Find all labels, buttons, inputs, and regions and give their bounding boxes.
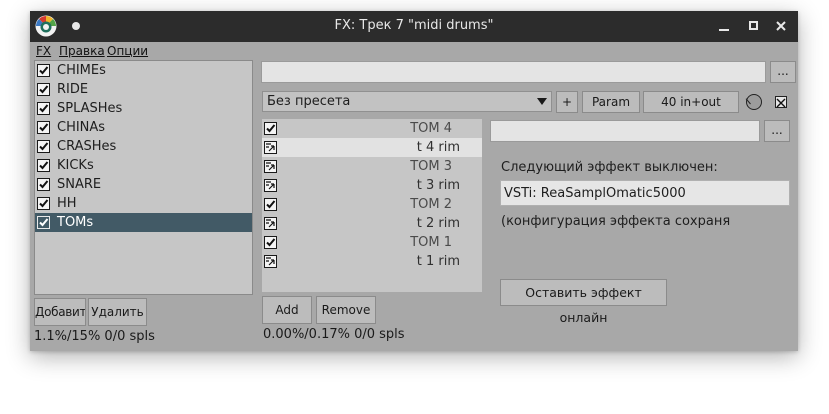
fx-item-chimes[interactable]: CHIMEs xyxy=(35,61,252,80)
keep-online-button[interactable]: Оставить эффект онлайн xyxy=(500,279,667,325)
add-fx-button[interactable]: Добавить xyxy=(34,298,86,326)
preset-add-button[interactable]: + xyxy=(556,91,578,113)
sample-icon[interactable] xyxy=(264,179,277,192)
group-label: TOM 2 xyxy=(410,197,452,212)
menu-options[interactable]: Опции xyxy=(107,42,148,60)
top-field-browse-button[interactable]: ... xyxy=(770,61,796,83)
menu-edit[interactable]: Правка xyxy=(59,42,105,60)
checkbox-icon[interactable] xyxy=(264,198,277,211)
fx-item-kicks[interactable]: KICKs xyxy=(35,156,252,175)
group-label: TOM 1 xyxy=(410,235,452,250)
enable-checkbox[interactable] xyxy=(37,64,50,77)
add-button[interactable]: Add xyxy=(262,296,312,324)
sample-label: t 3 rim xyxy=(416,178,460,193)
next-effect-label: Следующий эффект выключен: xyxy=(501,160,718,175)
enable-checkbox[interactable] xyxy=(37,159,50,172)
close-icon xyxy=(776,20,786,31)
fx-item-label: CHINAs xyxy=(57,120,106,135)
io-pins-button[interactable]: 40 in+out xyxy=(643,91,739,113)
fx-item-label: KICKs xyxy=(57,158,94,173)
fx-item-hh[interactable]: HH xyxy=(35,194,252,213)
group-label: TOM 4 xyxy=(410,121,452,136)
maximize-button[interactable] xyxy=(742,16,764,36)
fx-item-label: CHIMEs xyxy=(57,63,106,78)
vsti-name-box: VSTi: ReaSamplOmatic5000 xyxy=(500,180,790,206)
fx-item-label: TOMs xyxy=(57,215,94,230)
minimize-button[interactable] xyxy=(713,16,735,36)
fx-item-ride[interactable]: RIDE xyxy=(35,80,252,99)
close-button[interactable] xyxy=(770,16,792,36)
fx-item-label: SNARE xyxy=(57,177,102,192)
preset-value: Без пресета xyxy=(267,94,351,109)
fx-chain-cpu-status: 1.1%/15% 0/0 spls xyxy=(34,329,155,344)
wet-knob-icon[interactable] xyxy=(746,94,762,110)
list-item[interactable]: TOM 4 xyxy=(262,119,482,138)
remove-fx-button[interactable]: Удалить xyxy=(88,298,147,326)
sample-label: t 4 rim xyxy=(416,140,460,155)
checkbox-icon[interactable] xyxy=(264,122,277,135)
sample-icon[interactable] xyxy=(264,255,277,268)
plugin-top-field[interactable] xyxy=(261,61,766,83)
fx-item-snare[interactable]: SNARE xyxy=(35,175,252,194)
fx-chain-list[interactable]: CHIMEs RIDE SPLASHes CHINAs CRASHes KICK… xyxy=(34,60,253,295)
enable-checkbox[interactable] xyxy=(37,140,50,153)
enable-checkbox[interactable] xyxy=(37,178,50,191)
sample-label: t 2 rim xyxy=(416,216,460,231)
group-label: TOM 3 xyxy=(410,159,452,174)
minimize-icon xyxy=(719,28,729,31)
fx-item-label: HH xyxy=(57,196,77,211)
remove-button[interactable]: Remove xyxy=(316,296,376,324)
fx-item-chinas[interactable]: CHINAs xyxy=(35,118,252,137)
chevron-down-icon xyxy=(537,98,547,105)
fx-item-label: RIDE xyxy=(57,82,89,97)
preset-dropdown[interactable]: Без пресета xyxy=(262,91,552,112)
window-title: FX: Трек 7 "midi drums" xyxy=(334,18,494,33)
sample-label: t 1 rim xyxy=(416,254,460,269)
sample-icon[interactable] xyxy=(264,217,277,230)
enable-checkbox[interactable] xyxy=(37,121,50,134)
list-item[interactable]: TOM 3 xyxy=(262,157,482,176)
search-field[interactable] xyxy=(490,120,760,142)
list-item[interactable]: TOM 2 xyxy=(262,195,482,214)
list-item[interactable]: t 1 rim xyxy=(262,252,482,271)
list-item[interactable]: t 3 rim xyxy=(262,176,482,195)
fx-item-splashes[interactable]: SPLASHes xyxy=(35,99,252,118)
config-text: (конфигурация эффекта сохраня xyxy=(501,214,731,229)
plugin-cpu-status: 0.00%/0.17% 0/0 spls xyxy=(263,327,405,342)
fx-item-crashes[interactable]: CRASHes xyxy=(35,137,252,156)
fx-item-toms[interactable]: TOMs xyxy=(35,213,252,232)
param-button[interactable]: Param xyxy=(582,91,640,113)
fx-item-label: SPLASHes xyxy=(57,101,123,116)
enable-checkbox[interactable] xyxy=(37,102,50,115)
fx-window: FX: Трек 7 "midi drums" FX Правка Опции … xyxy=(30,11,798,351)
enable-checkbox[interactable] xyxy=(37,216,50,229)
sample-icon[interactable] xyxy=(264,141,277,154)
search-browse-button[interactable]: ... xyxy=(764,120,790,142)
bypass-checkbox[interactable] xyxy=(775,96,787,108)
x-icon xyxy=(776,98,786,108)
list-item[interactable]: t 4 rim xyxy=(262,138,482,157)
vsti-name: VSTi: ReaSamplOmatic5000 xyxy=(504,186,686,201)
sample-icon[interactable] xyxy=(264,160,277,173)
fx-item-label: CRASHes xyxy=(57,139,117,154)
checkbox-icon[interactable] xyxy=(264,236,277,249)
menu-bar: FX Правка Опции xyxy=(30,42,798,60)
list-item[interactable]: t 2 rim xyxy=(262,214,482,233)
sample-list[interactable]: TOM 4 t 4 rim TOM 3 t 3 rim TOM 2 t 2 ri… xyxy=(262,119,482,292)
menu-fx[interactable]: FX xyxy=(36,42,51,60)
title-bar[interactable]: FX: Трек 7 "midi drums" xyxy=(30,11,798,42)
enable-checkbox[interactable] xyxy=(37,83,50,96)
enable-checkbox[interactable] xyxy=(37,197,50,210)
maximize-icon xyxy=(748,21,758,30)
list-item[interactable]: TOM 1 xyxy=(262,233,482,252)
